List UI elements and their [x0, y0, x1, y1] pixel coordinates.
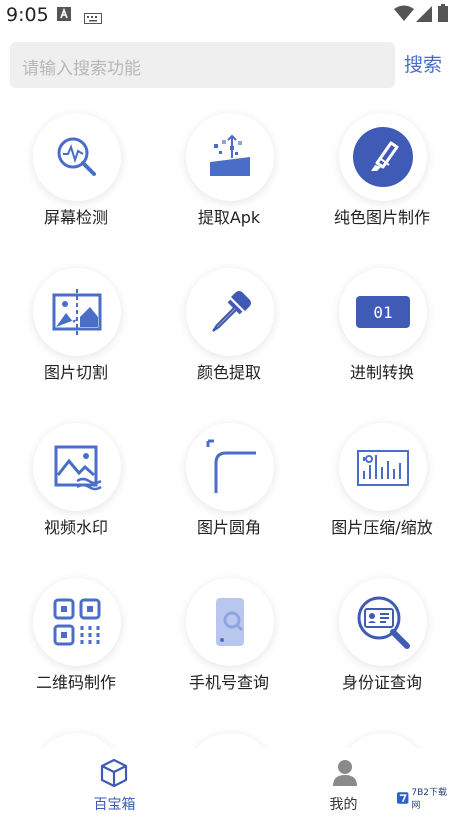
brush-icon: [339, 113, 427, 201]
eyedropper-icon: [186, 268, 274, 356]
rounded-corner-icon: [186, 423, 274, 511]
tool-label: 二维码制作: [35, 673, 116, 692]
tool-image-split[interactable]: 图片切割: [0, 255, 152, 407]
wifi-icon: [394, 5, 414, 26]
tab-toolbox[interactable]: 百宝箱: [0, 748, 229, 817]
tool-binary-convert[interactable]: 01 进制转换: [306, 255, 458, 407]
search-button[interactable]: 搜索: [404, 50, 442, 77]
bottom-nav: 百宝箱 我的: [0, 748, 458, 817]
watermark-text: 7B2下载网: [411, 788, 448, 811]
video-watermark-icon: [33, 423, 121, 511]
tool-extract-apk[interactable]: 提取Apk: [153, 100, 305, 252]
signal-icon: [416, 5, 432, 26]
binary-convert-icon: 01: [339, 268, 427, 356]
tool-label: 图片切割: [43, 363, 108, 382]
keyboard-icon: [84, 9, 102, 28]
screen-check-icon: [33, 113, 121, 201]
tool-id-card-search[interactable]: 身份证查询: [306, 565, 458, 717]
tool-grid: 屏幕检测 提取Apk 纯色图片制作 图片切割 颜色提取 01 进制转换 视频水印…: [0, 100, 458, 750]
tab-toolbox-label: 百宝箱: [93, 797, 136, 813]
battery-icon: [438, 4, 448, 26]
binary-badge-text: 01: [373, 303, 392, 322]
tool-label: 屏幕检测: [43, 208, 108, 227]
image-compress-icon: [339, 423, 427, 511]
tool-qr-code[interactable]: 二维码制作: [0, 565, 152, 717]
watermark-icon: [396, 792, 409, 804]
tool-label: 身份证查询: [341, 673, 422, 692]
tool-image-rounded-corner[interactable]: 图片圆角: [153, 410, 305, 562]
tool-screen-check[interactable]: 屏幕检测: [0, 100, 152, 252]
status-time: 9:05: [6, 4, 49, 26]
tool-label: 纯色图片制作: [333, 208, 430, 227]
qr-code-icon: [33, 578, 121, 666]
tool-video-watermark[interactable]: 视频水印: [0, 410, 152, 562]
tool-label: 手机号查询: [188, 673, 269, 692]
cube-icon: [100, 758, 128, 792]
tool-color-extract[interactable]: 颜色提取: [153, 255, 305, 407]
id-card-search-icon: [339, 578, 427, 666]
tool-label: 提取Apk: [197, 208, 261, 227]
tool-phone-number-search[interactable]: 手机号查询: [153, 565, 305, 717]
tool-image-compress[interactable]: 图片压缩/缩放: [306, 410, 458, 562]
tool-solid-color-image[interactable]: 纯色图片制作: [306, 100, 458, 252]
watermark-logo: 7B2下载网: [396, 787, 454, 811]
tool-label: 颜色提取: [196, 363, 261, 382]
user-icon: [332, 758, 358, 792]
search-input[interactable]: 请输入搜索功能: [10, 42, 395, 88]
tool-label: 进制转换: [349, 363, 414, 382]
search-placeholder: 请输入搜索功能: [22, 59, 141, 79]
extract-apk-icon: [186, 113, 274, 201]
keyboard-a-icon: [56, 6, 72, 26]
status-bar: 9:05: [0, 0, 458, 30]
phone-search-icon: [186, 578, 274, 666]
image-split-icon: [33, 268, 121, 356]
tool-label: 图片圆角: [196, 518, 261, 537]
tool-label: 视频水印: [43, 518, 108, 537]
tool-label: 图片压缩/缩放: [331, 518, 433, 537]
